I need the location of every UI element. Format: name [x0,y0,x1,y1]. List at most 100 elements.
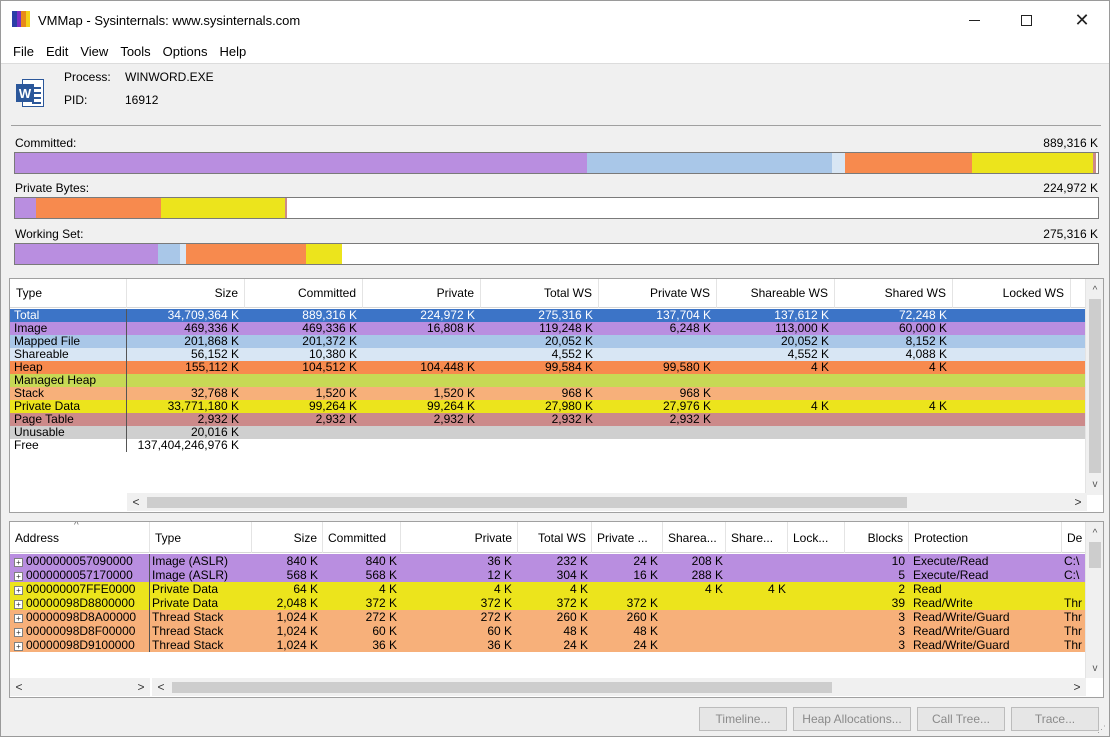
trace-button[interactable]: Trace... [1011,707,1099,731]
expand-icon[interactable]: + [14,558,23,567]
col-blocks[interactable]: Blocks [845,522,909,553]
close-button[interactable]: ✕ [1059,1,1105,39]
scroll-thumb[interactable] [172,682,832,693]
summary-cell-shareable-ws [717,439,829,452]
col-private[interactable]: Private [363,279,481,308]
col-address[interactable]: Address [10,522,150,553]
details-hscroll[interactable]: < > [152,678,1086,696]
scroll-thumb[interactable] [1089,299,1101,473]
scroll-left-icon[interactable]: < [152,678,170,696]
committed-label: Committed: [15,136,77,150]
scroll-right-icon[interactable]: > [1069,493,1087,511]
scroll-thumb[interactable] [147,497,907,508]
details-row[interactable]: +00000098D8A00000 Thread Stack 1,024 K 272 … [10,610,1086,624]
details-cell-shareable-ws [663,624,723,638]
details-cell-locked-ws [788,638,841,652]
col-shared-ws[interactable]: Share... [726,522,788,553]
details-cell-private: 272 K [480,610,512,624]
col-committed[interactable]: Committed [323,522,401,553]
details-cell-private: 12 K [487,568,512,582]
menu-file[interactable]: File [7,44,40,59]
col-size[interactable]: Size [252,522,323,553]
summary-cell-shared-ws: 4 K [928,399,947,413]
scroll-left-icon[interactable]: < [10,678,28,696]
expand-icon[interactable]: + [14,572,23,581]
details-cell-size: 568 K [286,568,318,582]
details-cell-address: 00000098D8800000 [26,596,135,610]
scroll-thumb[interactable] [1089,542,1101,568]
scroll-down-icon[interactable]: v [1086,475,1103,493]
menu-edit[interactable]: Edit [40,44,74,59]
details-rows: +0000000057090000 Image (ASLR) 840 K 840 K3… [10,554,1086,652]
col-protection[interactable]: Protection [909,522,1062,553]
scroll-left-icon[interactable]: < [127,493,145,511]
summary-row-page-table[interactable]: Page Table 2,932 K 2,932 K 2,932 K 2,932 K 2,… [10,413,1086,426]
summary-row-heap[interactable]: Heap 155,112 K 104,512 K 104,448 K 99,584 K9… [10,361,1086,374]
details-vscroll[interactable]: ^ v [1085,522,1103,678]
col-private[interactable]: Private [401,522,518,553]
col-committed[interactable]: Committed [245,279,363,308]
scroll-up-icon[interactable]: ^ [1086,281,1103,299]
col-locked-ws[interactable]: Locked WS [953,279,1071,308]
call-tree-button[interactable]: Call Tree... [917,707,1005,731]
menu-view[interactable]: View [74,44,114,59]
col-shareable-ws[interactable]: Shareable WS [717,279,835,308]
scroll-right-icon[interactable]: > [132,678,150,696]
details-cell-type: Thread Stack [152,638,224,652]
summary-row-private-data[interactable]: Private Data 33,771,180 K 99,264 K 99,264 K… [10,400,1086,413]
details-cell-size: 1,024 K [276,638,318,652]
details-cell-address: 00000098D8F00000 [26,624,136,638]
col-details[interactable]: De [1062,522,1086,553]
details-hscroll-left[interactable]: < > [10,678,150,696]
details-cell-shareable-ws [663,638,723,652]
col-type[interactable]: Type [10,279,127,308]
expand-icon[interactable]: + [14,614,23,623]
menu-tools[interactable]: Tools [114,44,156,59]
expand-icon[interactable]: + [14,628,23,637]
summary-cell-private: 104,448 K [420,360,475,374]
details-row[interactable]: +00000098D8800000 Private Data 2,048 K 372 … [10,596,1086,610]
summary-hscroll[interactable]: < > [127,493,1087,511]
col-total-ws[interactable]: Total WS [481,279,599,308]
details-row[interactable]: +0000000057170000 Image (ASLR) 568 K 568 K1… [10,568,1086,582]
bar-segment-shareable [831,153,845,173]
details-cell-protection: Read/Write/Guard [913,638,1010,652]
col-shared-ws[interactable]: Shared WS [835,279,953,308]
scroll-up-icon[interactable]: ^ [1086,524,1103,542]
col-locked-ws[interactable]: Lock... [788,522,845,553]
details-row[interactable]: +0000000057090000 Image (ASLR) 840 K 840 K3… [10,554,1086,568]
details-cell-protection: Read [913,582,942,596]
menu-help[interactable]: Help [213,44,252,59]
col-type[interactable]: Type [150,522,252,553]
minimize-button[interactable] [951,1,997,39]
col-total-ws[interactable]: Total WS [518,522,592,553]
summary-cell-locked-ws [953,374,1065,387]
process-panel: W Process: WINWORD.EXE PID: 16912 Commit… [1,63,1109,268]
col-private-ws[interactable]: Private ... [592,522,663,553]
scroll-right-icon[interactable]: > [1068,678,1086,696]
timeline-button[interactable]: Timeline... [699,707,787,731]
expand-icon[interactable]: + [14,586,23,595]
details-cell-address: 0000000057170000 [26,568,133,582]
expand-icon[interactable]: + [14,600,23,609]
summary-vscroll[interactable]: ^ v [1085,279,1103,495]
col-shareable-ws[interactable]: Sharea... [663,522,726,553]
details-row[interactable]: +00000098D9100000 Thread Stack 1,024 K 36 K… [10,638,1086,652]
details-cell-type: Thread Stack [152,610,224,624]
summary-row-free[interactable]: Free 137,404,246,976 K [10,439,1086,452]
details-header: Address Type Size Committed Private Tota… [10,522,1086,553]
menu-options[interactable]: Options [157,44,214,59]
details-cell-total-ws: 48 K [563,624,588,638]
col-private-ws[interactable]: Private WS [599,279,717,308]
expand-icon[interactable]: + [14,642,23,651]
col-size[interactable]: Size [127,279,245,308]
bar-segment-mapped-file [586,153,832,173]
summary-row-managed-heap[interactable]: Managed Heap [10,374,1086,387]
heap-allocations-button[interactable]: Heap Allocations... [793,707,911,731]
details-row[interactable]: +00000098D8F00000 Thread Stack 1,024 K 60 K… [10,624,1086,638]
details-row[interactable]: +000000007FFE0000 Private Data 64 K4 K4 K4… [10,582,1086,596]
resize-grip-icon[interactable]: ⋰ [1097,724,1107,734]
scroll-down-icon[interactable]: v [1086,659,1103,677]
maximize-button[interactable] [1003,1,1049,39]
bar-segment-private-data [972,153,1093,173]
